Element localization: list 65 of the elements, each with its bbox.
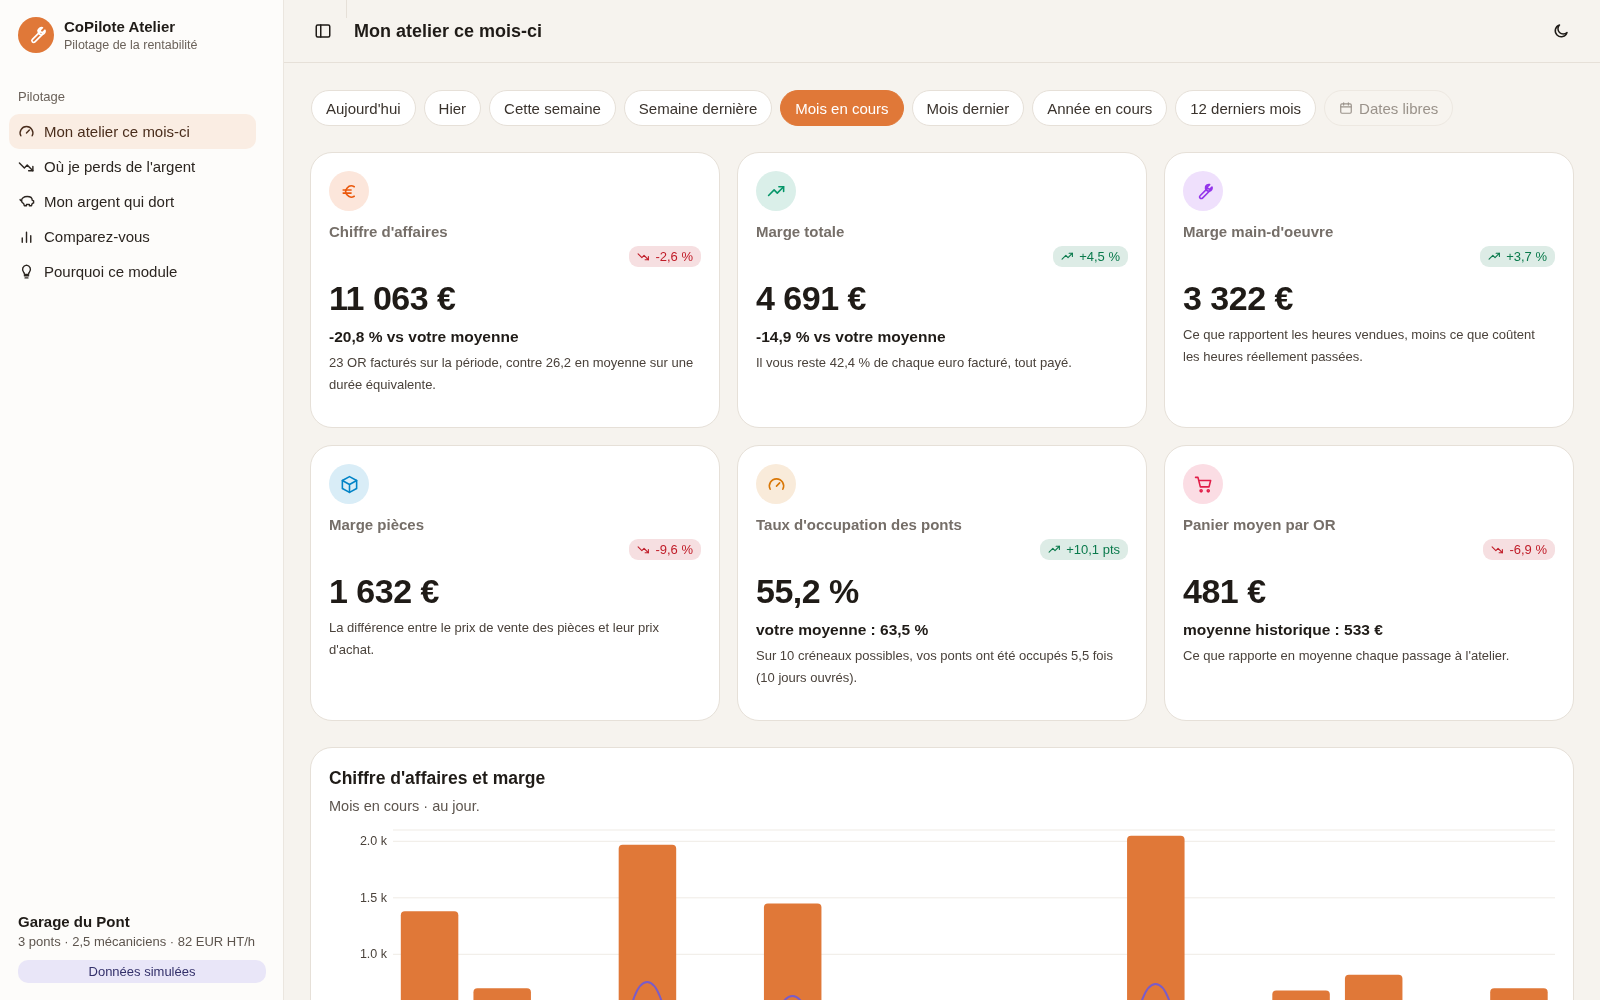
chart-bar <box>1272 990 1330 1000</box>
kpi-note: 23 OR facturés sur la période, contre 26,2 en moyenne sur une durée équivalente. <box>329 354 695 394</box>
chart-bar <box>1344 974 1403 1000</box>
garage-name: Garage du Pont <box>18 913 131 930</box>
period-tab[interactable]: Semaine dernière <box>623 90 773 126</box>
chart-title: Chiffre d'affaires et marge <box>329 768 547 789</box>
change-badge: +3,7 % <box>1480 246 1555 267</box>
chart-bar <box>473 988 531 1000</box>
trend-down-icon <box>637 250 651 263</box>
kpi-comparison: -20,8 % vs votre moyenne <box>329 328 520 346</box>
kpi-value: 481 € <box>1183 572 1267 611</box>
kpi-value: 3 322 € <box>1183 279 1294 318</box>
kpi-comparison: votre moyenne : 63,5 % <box>756 621 930 639</box>
trend-down-icon <box>1491 543 1505 556</box>
chart-bar <box>1490 988 1548 1000</box>
change-badge: +4,5 % <box>1053 246 1128 267</box>
garage-details: 3 ponts · 2,5 mécaniciens · 82 EUR HT/h <box>18 934 256 949</box>
sidebar-toggle-icon[interactable] <box>314 22 332 40</box>
period-tab[interactable]: Aujourd'hui <box>311 90 416 126</box>
kpi-note: Il vous reste 42,4 % de chaque euro facturé, tout payé. <box>756 354 1073 372</box>
kpi-label: Marge main-d'oeuvre <box>1183 223 1335 240</box>
calendar-icon <box>1339 101 1354 115</box>
kpi-value: 1 632 € <box>329 572 440 611</box>
nav-item[interactable]: Comparez-vous <box>9 219 256 254</box>
axis-label: 1.5 k <box>359 890 387 905</box>
kpi-label: Taux d'occupation des ponts <box>756 516 963 533</box>
change-badge: -6,9 % <box>1483 539 1555 560</box>
change-badge: -9,6 % <box>629 539 701 560</box>
simulated-data-badge: Données simulées <box>18 960 266 983</box>
period-tab[interactable]: 12 derniers mois <box>1175 90 1317 126</box>
kpi-note: Ce que rapporte en moyenne chaque passage à l'atelier. <box>1183 647 1511 665</box>
axis-label: 1.0 k <box>359 947 387 962</box>
nav-item[interactable]: Pourquoi ce module <box>9 254 256 289</box>
moon-icon[interactable] <box>1552 22 1570 40</box>
trend-down-icon <box>637 543 651 556</box>
kpi-note: Sur 10 créneaux possibles, vos ponts ont été occupés 5,5 fois (10 jours ouvrés). <box>756 647 1114 687</box>
kpi-value: 11 063 € <box>329 279 457 318</box>
period-tab[interactable]: Cette semaine <box>489 90 616 126</box>
trend-up-icon <box>1061 250 1075 263</box>
kpi-value: 4 691 € <box>756 279 867 318</box>
kpi-note: Ce que rapportent les heures vendues, moins ce que coûtent les heures réellement passées. <box>1183 326 1536 366</box>
section-heading: Pilotage <box>17 88 66 106</box>
kpi-label: Panier moyen par OR <box>1183 516 1337 533</box>
kpi-comparison: moyenne historique : 533 € <box>1183 621 1384 639</box>
kpi-note: La différence entre le prix de vente des pièces et leur prix d'achat. <box>329 619 660 659</box>
app-name: CoPilote Atelier <box>64 18 177 35</box>
period-tab[interactable]: Mois dernier <box>911 90 1025 126</box>
kpi-comparison: -14,9 % vs votre moyenne <box>756 328 947 346</box>
nav-item[interactable]: Mon atelier ce mois-ci <box>9 114 256 149</box>
kpi-value: 55,2 % <box>756 572 860 611</box>
app-subtitle: Pilotage de la rentabilité <box>64 38 198 52</box>
chart-subtitle: Mois en cours · au jour. <box>329 798 481 814</box>
kpi-label: Marge pièces <box>329 516 426 533</box>
kpi-label: Marge totale <box>756 223 846 240</box>
kpi-label: Chiffre d'affaires <box>329 223 449 240</box>
trend-up-icon <box>1048 543 1062 556</box>
axis-label: 2.0 k <box>359 834 387 849</box>
page-title: Mon atelier ce mois-ci <box>354 20 544 42</box>
nav-item[interactable]: Où je perds de l'argent <box>9 149 256 184</box>
change-badge: +10,1 pts <box>1040 539 1128 560</box>
period-tab[interactable]: Hier <box>423 90 482 126</box>
change-badge: -2,6 % <box>629 246 701 267</box>
period-tab[interactable]: Année en cours <box>1032 90 1168 126</box>
nav-item[interactable]: Mon argent qui dort <box>9 184 256 219</box>
trend-up-icon <box>1488 250 1502 263</box>
